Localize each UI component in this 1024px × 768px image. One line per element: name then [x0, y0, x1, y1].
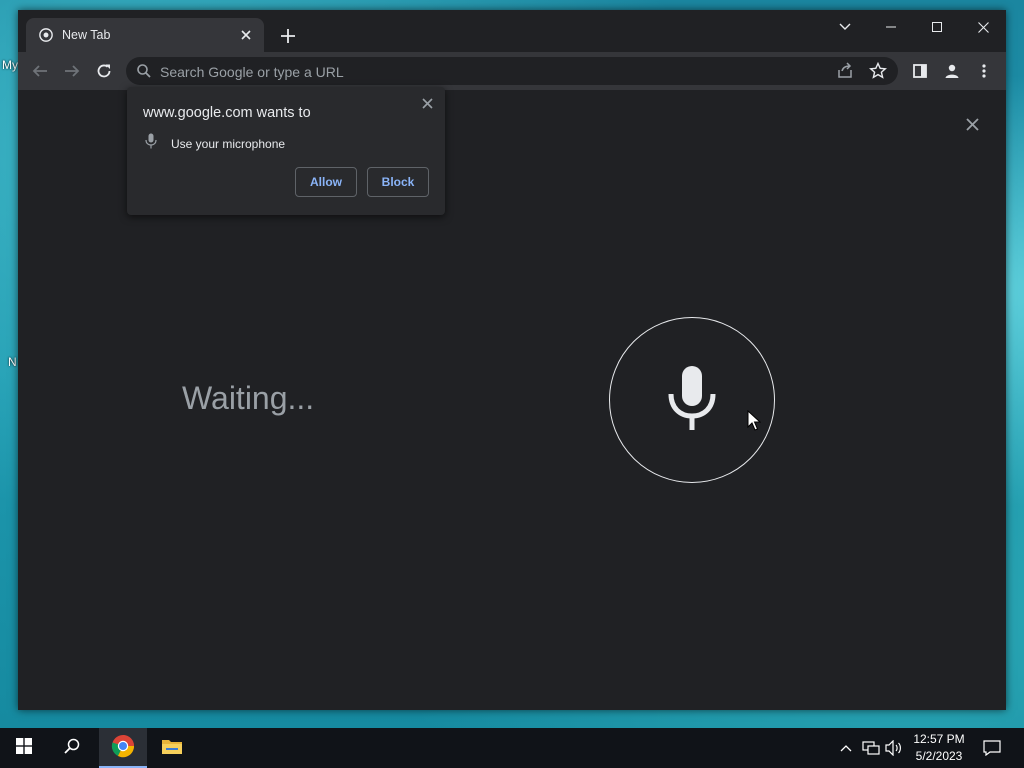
clock-date: 5/2/2023 — [915, 749, 963, 763]
omnibox[interactable] — [126, 57, 898, 85]
chrome-favicon-icon — [38, 27, 54, 43]
microphone-small-icon — [145, 133, 157, 154]
tab-search-chevron-icon[interactable] — [822, 12, 868, 42]
taskbar: 12:57 PM 5/2/2023 — [0, 728, 1024, 768]
forward-button[interactable] — [58, 57, 86, 85]
show-hidden-icons-chevron-icon[interactable] — [836, 738, 856, 758]
mouse-cursor-icon — [747, 409, 762, 432]
windows-logo-icon — [16, 737, 32, 759]
permission-popup: www.google.com wants to Use your microph… — [127, 87, 445, 215]
close-window-button[interactable] — [960, 12, 1006, 42]
notifications-icon[interactable] — [982, 738, 1002, 758]
taskbar-search-button[interactable] — [48, 728, 96, 768]
microphone-icon — [668, 364, 716, 437]
maximize-button[interactable] — [914, 12, 960, 42]
reload-button[interactable] — [90, 57, 118, 85]
tab-title: New Tab — [62, 28, 111, 42]
allow-button[interactable]: Allow — [295, 167, 357, 197]
popup-close-icon[interactable] — [417, 93, 437, 113]
start-button[interactable] — [0, 728, 48, 768]
folder-icon — [161, 737, 183, 760]
taskbar-clock[interactable]: 12:57 PM 5/2/2023 — [904, 731, 974, 765]
clock-time: 12:57 PM — [913, 732, 965, 746]
back-button[interactable] — [26, 57, 54, 85]
search-icon — [64, 738, 80, 759]
side-panel-button[interactable] — [906, 57, 934, 85]
menu-kebab-icon[interactable] — [970, 57, 998, 85]
new-tab-button[interactable] — [276, 24, 300, 48]
permission-title: www.google.com wants to — [143, 105, 311, 121]
minimize-button[interactable] — [868, 12, 914, 42]
permission-label: Use your microphone — [171, 136, 286, 151]
bookmark-star-icon[interactable] — [869, 61, 887, 85]
profile-icon[interactable] — [938, 57, 966, 85]
permission-row: Use your microphone — [145, 133, 285, 154]
close-voice-search-icon[interactable] — [960, 112, 984, 136]
microphone-button[interactable] — [609, 317, 775, 483]
desktop-icon-label[interactable]: N — [8, 355, 17, 369]
network-icon[interactable] — [861, 738, 881, 758]
taskbar-chrome-button[interactable] — [99, 728, 147, 768]
chrome-icon — [111, 734, 135, 763]
title-bar: New Tab — [18, 10, 1006, 52]
volume-icon[interactable] — [884, 738, 904, 758]
tab-new-tab[interactable]: New Tab — [26, 18, 264, 52]
share-icon[interactable] — [836, 62, 854, 85]
desktop-icon-label[interactable]: My — [2, 58, 18, 72]
taskbar-file-explorer-button[interactable] — [148, 728, 196, 768]
address-input[interactable] — [158, 61, 802, 83]
block-button[interactable]: Block — [367, 167, 429, 197]
toolbar — [18, 52, 1006, 90]
tab-close-icon[interactable] — [236, 25, 256, 45]
search-icon — [136, 63, 152, 79]
voice-status-text: Waiting... — [182, 380, 315, 416]
